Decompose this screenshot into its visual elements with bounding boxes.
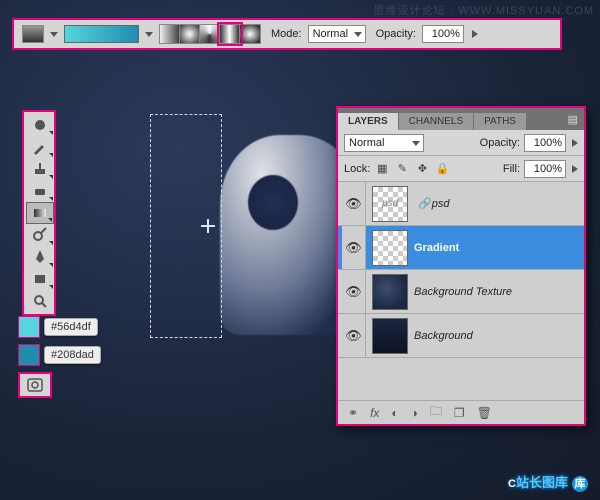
layer-row[interactable]: 👁 Background <box>338 314 584 358</box>
mode-select[interactable]: Normal <box>308 25 366 43</box>
group-button[interactable]: 🗀 <box>430 402 442 423</box>
gradient-reflected-button[interactable] <box>220 25 240 43</box>
gradient-cursor-icon <box>201 219 215 233</box>
gradient-angle-button[interactable] <box>200 25 220 43</box>
brush-tool[interactable] <box>26 136 54 158</box>
chevron-down-icon <box>412 141 420 146</box>
panel-tabs: LAYERS CHANNELS PATHS ▤ <box>338 108 584 130</box>
layer-thumbnail[interactable] <box>372 230 408 266</box>
tab-channels[interactable]: CHANNELS <box>399 113 473 130</box>
layer-opacity-label: Opacity: <box>480 137 520 149</box>
layer-row[interactable]: 👁 psd 🔗 psd <box>338 182 584 226</box>
gradient-tool[interactable] <box>26 202 54 224</box>
blend-mode-select[interactable]: Normal <box>344 134 424 152</box>
gradient-linear-button[interactable] <box>160 25 180 43</box>
blend-mode-value: Normal <box>349 137 384 149</box>
chevron-down-icon <box>354 32 362 37</box>
color1-swatch[interactable] <box>18 316 40 338</box>
lock-fill-row: Lock: ▦ ✎ ✥ 🔒 Fill: 100% <box>338 156 584 182</box>
watermark-top: 思缘设计论坛 · WWW.MISSYUAN.COM <box>373 2 594 18</box>
visibility-toggle[interactable]: 👁 <box>342 270 366 313</box>
color2-swatch[interactable] <box>18 344 40 366</box>
visibility-toggle[interactable]: 👁 <box>342 314 366 357</box>
eraser-tool[interactable] <box>26 180 54 202</box>
fx-button[interactable]: fx <box>370 406 379 420</box>
layer-name[interactable]: Gradient <box>414 242 459 254</box>
layer-row[interactable]: 👁 Background Texture <box>338 270 584 314</box>
color2-label: #208dad <box>44 346 101 364</box>
shape-tool[interactable] <box>26 268 54 290</box>
tool-preset-swatch[interactable] <box>22 25 44 43</box>
mode-value: Normal <box>313 28 348 40</box>
layer-name[interactable]: Background <box>414 330 473 342</box>
trash-button[interactable]: 🗑 <box>477 406 492 420</box>
lock-pixels-icon[interactable]: ✎ <box>394 161 410 177</box>
layer-panel-bottom-bar: ⚭ fx ◐ ◑ 🗀 ❐ 🗑 <box>338 400 584 424</box>
layer-name[interactable]: Background Texture <box>414 286 512 298</box>
opacity-label: Opacity: <box>376 28 416 40</box>
gradient-preview[interactable] <box>64 25 139 43</box>
link-layers-button[interactable]: ⚭ <box>348 406 358 420</box>
fill-input[interactable]: 100% <box>524 160 566 178</box>
fill-label: Fill: <box>503 163 520 175</box>
layer-thumbnail[interactable]: psd <box>372 186 408 222</box>
gradient-diamond-button[interactable] <box>240 25 260 43</box>
fill-flyout-icon[interactable] <box>572 165 578 173</box>
quick-mask-button[interactable] <box>18 372 52 398</box>
link-icon: 🔗 <box>418 197 432 210</box>
visibility-toggle[interactable]: 👁 <box>342 182 366 225</box>
layer-thumbnail[interactable] <box>372 274 408 310</box>
new-layer-button[interactable]: ❐ <box>454 406 465 420</box>
adjustment-button[interactable]: ◑ <box>411 406 418 420</box>
layer-opacity-input[interactable]: 100% <box>524 134 566 152</box>
gradient-radial-button[interactable] <box>180 25 200 43</box>
lock-position-icon[interactable]: ✥ <box>414 161 430 177</box>
lock-label: Lock: <box>344 163 370 175</box>
panel-menu-icon[interactable]: ▤ <box>562 109 584 130</box>
lock-all-icon[interactable]: 🔒 <box>434 161 450 177</box>
tool-palette <box>22 110 56 316</box>
layers-panel: LAYERS CHANNELS PATHS ▤ Normal Opacity: … <box>336 106 586 426</box>
opacity-input[interactable]: 100% <box>422 25 464 43</box>
mask-button[interactable]: ◐ <box>391 406 398 420</box>
color1-label: #56d4df <box>44 318 98 336</box>
tab-layers[interactable]: LAYERS <box>338 113 398 130</box>
selection-marquee <box>150 114 222 338</box>
visibility-toggle[interactable]: 👁 <box>342 226 366 269</box>
lock-transparent-icon[interactable]: ▦ <box>374 161 390 177</box>
logo-icon: 库 <box>572 476 588 492</box>
options-bar: Mode: Normal Opacity: 100% <box>12 18 562 50</box>
tool-preset-dropdown-icon[interactable] <box>50 32 58 37</box>
dodge-tool[interactable] <box>26 224 54 246</box>
opacity-flyout-icon[interactable] <box>472 30 478 38</box>
layer-thumbnail[interactable] <box>372 318 408 354</box>
clone-stamp-tool[interactable] <box>26 158 54 180</box>
layer-row[interactable]: 👁 Gradient <box>338 226 584 270</box>
watermark-bottom: C站长图库库 <box>508 472 588 492</box>
gradient-picker-dropdown-icon[interactable] <box>145 32 153 37</box>
zoom-tool[interactable] <box>26 290 54 312</box>
layer-name[interactable]: psd <box>432 198 450 210</box>
pen-tool[interactable] <box>26 246 54 268</box>
blend-opacity-row: Normal Opacity: 100% <box>338 130 584 156</box>
mode-label: Mode: <box>271 28 302 40</box>
gradient-type-group <box>159 24 261 44</box>
gradient-color-callouts: #56d4df #208dad <box>18 316 101 398</box>
blur-tool[interactable] <box>26 114 54 136</box>
opacity-flyout-icon[interactable] <box>572 139 578 147</box>
tab-paths[interactable]: PATHS <box>474 113 526 130</box>
layer-list: 👁 psd 🔗 psd 👁 Gradient 👁 Background Text… <box>338 182 584 400</box>
